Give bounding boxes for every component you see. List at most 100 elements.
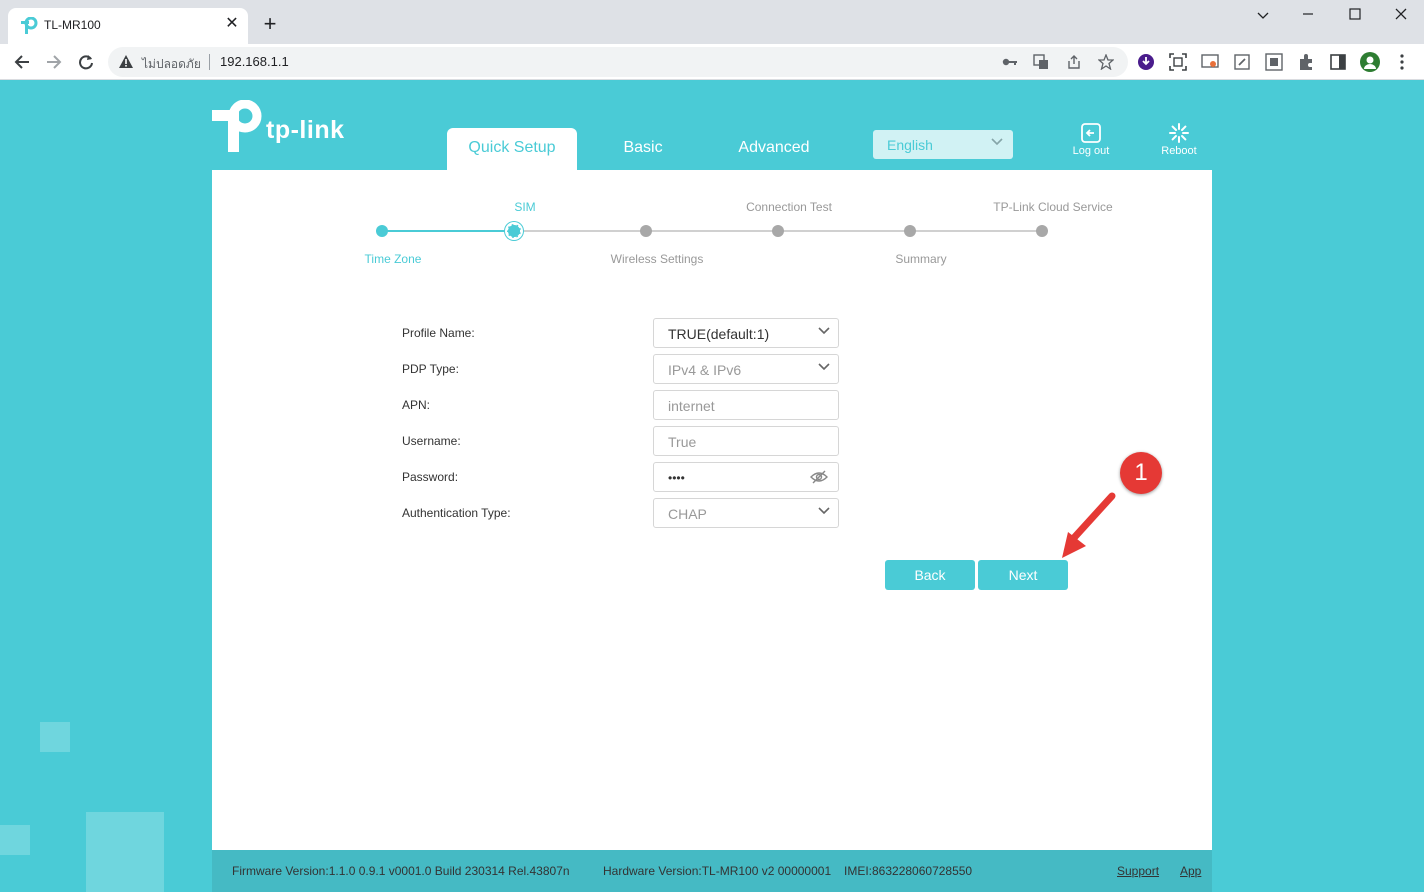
logout-label: Log out bbox=[1072, 145, 1110, 157]
auth-type-select[interactable]: CHAP bbox=[653, 498, 839, 528]
tplink-favicon-icon bbox=[21, 17, 38, 34]
step-dot-wireless-settings bbox=[640, 225, 652, 237]
tab-advanced[interactable]: Advanced bbox=[714, 128, 834, 170]
bookmark-star-icon[interactable] bbox=[1097, 53, 1115, 71]
chevron-down-icon bbox=[991, 138, 1003, 146]
extensions-puzzle-icon[interactable] bbox=[1296, 52, 1316, 72]
warning-icon[interactable] bbox=[118, 54, 134, 69]
username-label: Username: bbox=[402, 434, 461, 448]
tab-basic[interactable]: Basic bbox=[588, 128, 698, 170]
profile-name-select[interactable]: TRUE(default:1) bbox=[653, 318, 839, 348]
progress-line-done bbox=[382, 230, 514, 232]
profile-name-row: Profile Name: TRUE(default:1) bbox=[402, 318, 842, 348]
pdp-type-value: IPv4 & IPv6 bbox=[668, 362, 742, 378]
annotation-number: 1 bbox=[1134, 459, 1148, 486]
reboot-button[interactable]: Reboot bbox=[1149, 122, 1209, 162]
profile-name-value: TRUE(default:1) bbox=[668, 326, 770, 342]
step-dot-cloud-service bbox=[1036, 225, 1048, 237]
chevron-down-icon bbox=[818, 507, 830, 515]
username-row: Username: True bbox=[402, 426, 842, 456]
auth-type-row: Authentication Type: CHAP bbox=[402, 498, 842, 528]
apn-row: APN: internet bbox=[402, 390, 842, 420]
key-icon[interactable] bbox=[1001, 53, 1019, 71]
pdp-type-row: PDP Type: IPv4 & IPv6 bbox=[402, 354, 842, 384]
chevron-down-icon bbox=[818, 363, 830, 371]
auth-type-label: Authentication Type: bbox=[402, 506, 511, 520]
username-value: True bbox=[668, 434, 697, 450]
language-value: English bbox=[887, 137, 933, 153]
edit-extension-icon[interactable] bbox=[1232, 52, 1252, 72]
step-dot-sim bbox=[507, 224, 521, 238]
chevron-down-icon bbox=[818, 327, 830, 335]
tplink-logo-icon bbox=[212, 99, 262, 152]
forward-arrow-icon[interactable] bbox=[42, 50, 66, 74]
step-label-summary: Summary bbox=[895, 252, 947, 266]
decor-square bbox=[0, 825, 30, 855]
share-icon[interactable] bbox=[1065, 53, 1083, 71]
annotation-marker: 1 bbox=[1120, 452, 1162, 494]
logout-button[interactable]: Log out bbox=[1061, 122, 1121, 162]
browser-menu-icon[interactable] bbox=[1392, 52, 1412, 72]
reload-icon[interactable] bbox=[74, 50, 98, 74]
page-footer: Firmware Version:1.1.0 0.9.1 v0001.0 Bui… bbox=[212, 850, 1212, 892]
decor-square bbox=[86, 812, 164, 892]
pdp-type-select[interactable]: IPv4 & IPv6 bbox=[653, 354, 839, 384]
step-dot-summary bbox=[904, 225, 916, 237]
step-label-cloud-service: TP-Link Cloud Service bbox=[993, 200, 1113, 214]
auth-type-value: CHAP bbox=[668, 506, 707, 522]
pdp-type-label: PDP Type: bbox=[402, 362, 459, 376]
tab-title: TL-MR100 bbox=[44, 18, 101, 32]
step-dot-connection-test bbox=[772, 225, 784, 237]
screenshot-extension-icon[interactable] bbox=[1168, 52, 1188, 72]
url-text[interactable]: 192.168.1.1 bbox=[220, 54, 289, 69]
tab-quick-setup[interactable]: Quick Setup bbox=[447, 128, 577, 170]
decor-square bbox=[40, 722, 70, 752]
close-tab-icon[interactable]: ✕ bbox=[222, 14, 242, 34]
apn-input[interactable]: internet bbox=[653, 390, 839, 420]
eye-hidden-icon[interactable] bbox=[810, 470, 828, 484]
imei: IMEI:863228060728550 bbox=[844, 864, 973, 878]
password-row: Password: •••• bbox=[402, 462, 842, 492]
step-dot-time-zone bbox=[376, 225, 388, 237]
download-extension-icon[interactable] bbox=[1136, 52, 1156, 72]
username-input[interactable]: True bbox=[653, 426, 839, 456]
password-input[interactable]: •••• bbox=[653, 462, 839, 492]
back-button[interactable]: Back bbox=[885, 560, 975, 590]
minimize-icon[interactable] bbox=[1285, 4, 1331, 26]
security-status[interactable]: ไม่ปลอดภัย bbox=[142, 55, 201, 74]
profile-avatar-icon[interactable] bbox=[1360, 52, 1380, 72]
app-link[interactable]: App bbox=[1180, 864, 1201, 878]
step-label-connection-test: Connection Test bbox=[746, 200, 832, 214]
side-panel-icon[interactable] bbox=[1328, 52, 1348, 72]
capture-extension-icon[interactable] bbox=[1264, 52, 1284, 72]
support-link[interactable]: Support bbox=[1117, 864, 1159, 878]
step-label-sim: SIM bbox=[514, 200, 536, 214]
tplink-logo: tp-link bbox=[212, 99, 352, 154]
browser-tab-strip: TL-MR100 ✕ + bbox=[0, 0, 1424, 44]
new-tab-icon[interactable]: + bbox=[258, 12, 282, 36]
logout-icon bbox=[1081, 123, 1101, 143]
password-label: Password: bbox=[402, 470, 459, 484]
reboot-label: Reboot bbox=[1161, 145, 1197, 157]
setup-wizard-progress: Time Zone SIM Wireless Settings Connecti… bbox=[212, 170, 1212, 280]
address-bar[interactable]: ไม่ปลอดภัย 192.168.1.1 bbox=[108, 47, 1128, 77]
language-select[interactable]: English bbox=[873, 130, 1013, 159]
back-arrow-icon[interactable] bbox=[10, 50, 34, 74]
tab-search-icon[interactable] bbox=[1240, 4, 1286, 26]
translate-icon[interactable] bbox=[1032, 53, 1050, 71]
hardware-version: Hardware Version:TL-MR100 v2 00000001 bbox=[603, 864, 832, 878]
omnibox-separator bbox=[209, 54, 210, 70]
close-window-icon[interactable] bbox=[1378, 4, 1424, 26]
maximize-icon[interactable] bbox=[1332, 4, 1378, 26]
cast-extension-icon[interactable] bbox=[1200, 52, 1220, 72]
browser-toolbar: ไม่ปลอดภัย 192.168.1.1 bbox=[0, 44, 1424, 80]
apn-value: internet bbox=[668, 398, 715, 414]
password-value: •••• bbox=[668, 471, 685, 485]
logo-text: tp-link bbox=[266, 116, 345, 144]
apn-label: APN: bbox=[402, 398, 431, 412]
step-label-wireless-settings: Wireless Settings bbox=[610, 252, 704, 266]
step-label-time-zone: Time Zone bbox=[364, 252, 422, 266]
browser-tab[interactable]: TL-MR100 ✕ bbox=[8, 8, 248, 44]
firmware-version: Firmware Version:1.1.0 0.9.1 v0001.0 Bui… bbox=[232, 864, 570, 878]
profile-name-label: Profile Name: bbox=[402, 326, 475, 340]
